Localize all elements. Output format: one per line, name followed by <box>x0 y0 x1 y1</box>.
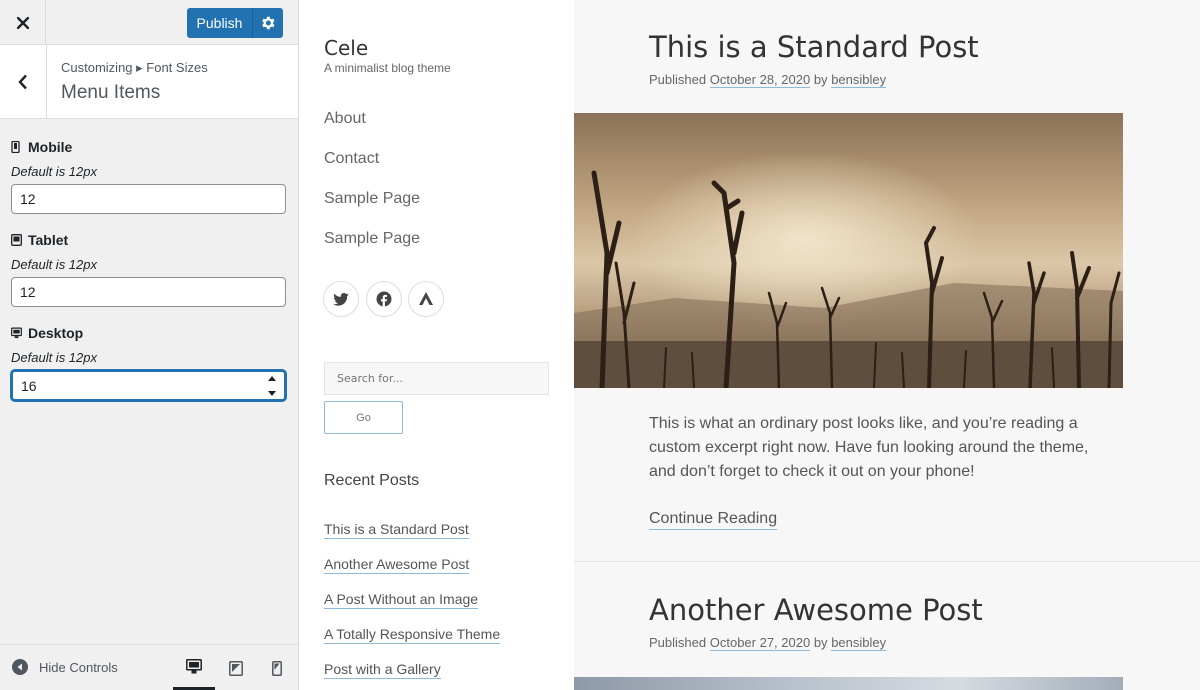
menu-item-sample-page[interactable]: Sample Page <box>324 190 420 208</box>
post-meta: Published October 28, 2020 by bensibley <box>649 72 887 88</box>
collapse-icon <box>12 659 28 675</box>
customizer-header: Publish <box>0 0 298 45</box>
tablet-description: Default is 12px <box>11 257 97 272</box>
post-title[interactable]: This is a Standard Post <box>649 30 979 64</box>
tablet-icon <box>229 660 243 676</box>
search-input[interactable] <box>324 362 549 395</box>
caret-down-icon[interactable] <box>268 391 276 396</box>
site-tagline: A minimalist blog theme <box>324 61 451 75</box>
recent-post-link[interactable]: A Post Without an Image <box>324 591 479 609</box>
recent-post-link[interactable]: This is a Standard Post <box>324 521 469 539</box>
smartphone-icon <box>272 660 282 676</box>
published-label: Published <box>649 72 707 87</box>
chevron-left-icon <box>18 74 27 89</box>
caret-up-icon[interactable] <box>268 376 276 381</box>
recent-post-link[interactable]: Post with a Gallery <box>324 661 441 679</box>
tablet-label: Tablet <box>28 232 69 248</box>
preview-mobile-button[interactable] <box>256 645 298 690</box>
post-author-link[interactable]: bensibley <box>831 72 887 88</box>
section-title: Menu Items <box>61 82 161 103</box>
desktop-font-size-input[interactable] <box>11 370 286 401</box>
facebook-icon <box>376 291 392 307</box>
published-label: Published <box>649 635 707 650</box>
mobile-label: Mobile <box>28 139 73 155</box>
twitter-icon <box>333 292 349 306</box>
strava-link[interactable] <box>408 281 444 317</box>
menu-item-contact[interactable]: Contact <box>324 150 379 168</box>
post-date-link[interactable]: October 28, 2020 <box>709 72 811 88</box>
by-label: by <box>813 72 828 87</box>
continue-reading-link[interactable]: Continue Reading <box>649 509 778 530</box>
publish-settings-button[interactable] <box>253 8 283 38</box>
mobile-font-size-input[interactable] <box>11 184 286 214</box>
featured-image[interactable] <box>574 677 1123 690</box>
publish-group: Publish <box>187 8 283 38</box>
hide-controls-label: Hide Controls <box>39 659 118 675</box>
desktop-icon <box>11 327 22 339</box>
facebook-link[interactable] <box>366 281 402 317</box>
post-divider <box>574 561 1200 562</box>
publish-button[interactable]: Publish <box>187 8 253 38</box>
customizer-screen: Publish Customizing ▸ Font Sizes Menu It… <box>0 0 1200 690</box>
featured-image[interactable] <box>574 113 1123 388</box>
number-spinner[interactable] <box>267 376 277 396</box>
desktop-description: Default is 12px <box>11 350 97 365</box>
post-meta: Published October 27, 2020 by bensibley <box>649 635 887 651</box>
menu-item-about[interactable]: About <box>324 110 366 128</box>
site-content: This is a Standard Post Published Octobe… <box>574 0 1200 690</box>
twitter-link[interactable] <box>323 281 359 317</box>
gear-icon <box>262 16 275 30</box>
hide-controls-button[interactable]: Hide Controls <box>12 659 118 675</box>
tablet-font-size-input[interactable] <box>11 277 286 307</box>
customizer-footer: Hide Controls <box>0 644 298 690</box>
tablet-font-size-control: Tablet Default is 12px <box>11 231 287 307</box>
mobile-font-size-control: Mobile Default is 12px <box>11 138 287 214</box>
site-sidebar: Cele A minimalist blog theme About Conta… <box>299 0 574 690</box>
recent-post-link[interactable]: Another Awesome Post <box>324 556 470 574</box>
desktop-font-size-control: Desktop Default is 12px <box>11 324 287 401</box>
preview-desktop-button[interactable] <box>173 645 215 690</box>
desktop-icon <box>186 658 202 673</box>
menu-item-sample-page-2[interactable]: Sample Page <box>324 230 420 248</box>
close-customizer-button[interactable] <box>0 0 46 45</box>
post-title[interactable]: Another Awesome Post <box>649 593 983 627</box>
site-title[interactable]: Cele <box>324 36 368 60</box>
recent-post-link[interactable]: A Totally Responsive Theme <box>324 626 501 644</box>
by-label: by <box>813 635 828 650</box>
mobile-description: Default is 12px <box>11 164 97 179</box>
preview-tablet-button[interactable] <box>215 645 257 690</box>
strava-icon <box>419 292 433 305</box>
recent-posts-title: Recent Posts <box>324 472 420 489</box>
close-icon <box>16 16 29 29</box>
desktop-label: Desktop <box>28 325 84 341</box>
smartphone-icon <box>11 141 22 153</box>
post-author-link[interactable]: bensibley <box>831 635 887 651</box>
post-date-link[interactable]: October 27, 2020 <box>709 635 811 651</box>
search-go-button[interactable]: Go <box>324 401 403 434</box>
post-excerpt: This is what an ordinary post looks like… <box>649 415 1089 480</box>
breadcrumb: Customizing ▸ Font Sizes <box>61 60 208 75</box>
customizer-panel: Publish Customizing ▸ Font Sizes Menu It… <box>0 0 299 690</box>
section-header: Customizing ▸ Font Sizes Menu Items <box>0 45 298 119</box>
tablet-icon <box>11 234 22 246</box>
back-button[interactable] <box>0 45 47 118</box>
